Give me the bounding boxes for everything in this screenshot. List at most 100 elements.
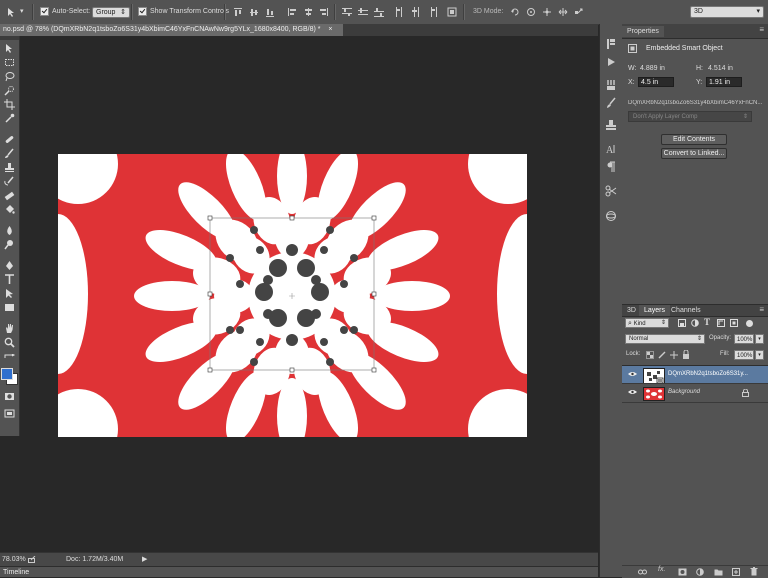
transform-handle[interactable] — [207, 367, 213, 373]
width-value[interactable]: 4.889 in — [640, 65, 665, 72]
type-filter-icon[interactable]: T — [704, 317, 710, 327]
visibility-eye-icon[interactable] — [628, 371, 637, 377]
height-value[interactable]: 4.514 in — [708, 65, 733, 72]
actions-panel-icon[interactable] — [605, 56, 617, 68]
brush-tool-icon[interactable] — [4, 148, 15, 159]
adjustment-layer-icon[interactable] — [696, 568, 704, 576]
layer-name[interactable]: DQmXRbN2q1tsboZo6S31y... — [668, 371, 748, 377]
delete-layer-icon[interactable] — [750, 567, 758, 576]
eyedropper-tool-icon[interactable] — [4, 113, 15, 124]
lasso-tool-icon[interactable] — [4, 71, 15, 82]
distribute-horizontal-center-icon[interactable] — [411, 7, 421, 17]
panel-menu-icon[interactable]: ≡ — [759, 305, 764, 314]
share-icon[interactable] — [28, 556, 36, 563]
opacity-field[interactable]: 100% — [734, 334, 754, 344]
transform-handle[interactable] — [289, 215, 295, 221]
paragraph-panel-icon[interactable] — [605, 161, 617, 173]
smart-object-filter-icon[interactable] — [730, 319, 738, 327]
quick-mask-icon[interactable] — [4, 391, 15, 402]
swap-colors-icon[interactable] — [3, 354, 16, 359]
3d-pan-icon[interactable] — [542, 7, 552, 17]
3d-panel-icon[interactable] — [605, 210, 617, 222]
timeline-panel-tab[interactable]: Timeline — [0, 566, 598, 577]
paint-bucket-tool-icon[interactable] — [4, 204, 15, 215]
3d-scale-icon[interactable] — [574, 7, 584, 17]
link-layers-icon[interactable] — [638, 568, 647, 576]
move-tool-icon[interactable] — [4, 43, 15, 54]
path-selection-tool-icon[interactable] — [4, 288, 15, 299]
history-panel-icon[interactable] — [605, 38, 617, 50]
y-field[interactable]: 1.91 in — [706, 77, 742, 87]
auto-select-target-dropdown[interactable]: Group ⇕ — [92, 7, 130, 18]
screen-mode-icon[interactable] — [4, 408, 15, 419]
rectangle-tool-icon[interactable] — [4, 302, 15, 313]
blend-mode-dropdown[interactable]: Normal ⇕ — [625, 334, 705, 344]
convert-to-linked-button[interactable]: Convert to Linked... — [661, 148, 727, 159]
clone-source-panel-icon[interactable] — [605, 119, 617, 131]
distribute-top-icon[interactable] — [342, 7, 352, 17]
align-horizontal-center-icon[interactable] — [303, 7, 313, 17]
new-group-icon[interactable] — [714, 568, 723, 576]
layer-filter-dropdown[interactable]: ⌕ Kind ⇕ — [625, 318, 669, 328]
align-vertical-center-icon[interactable] — [249, 7, 259, 17]
brush-panel-icon[interactable] — [605, 97, 617, 109]
pixel-filter-icon[interactable] — [678, 319, 686, 327]
tab-properties[interactable]: Properties — [622, 26, 664, 37]
distribute-bottom-icon[interactable] — [374, 7, 384, 17]
visibility-eye-icon[interactable] — [628, 389, 637, 395]
toolbar-grip[interactable] — [0, 36, 19, 40]
auto-select-checkbox[interactable]: Auto-Select: — [40, 6, 90, 18]
layer-name[interactable]: Background — [668, 389, 700, 395]
3d-roll-icon[interactable] — [526, 7, 536, 17]
distribute-vertical-center-icon[interactable] — [358, 7, 368, 17]
auto-align-layers-icon[interactable] — [447, 7, 457, 17]
crop-tool-icon[interactable] — [4, 99, 15, 110]
adjustment-filter-icon[interactable] — [691, 319, 699, 327]
layer-comp-dropdown[interactable]: Don't Apply Layer Comp ⇕ — [628, 111, 752, 122]
fill-slider-toggle[interactable]: ▾ — [755, 350, 764, 360]
zoom-tool-icon[interactable] — [4, 337, 15, 348]
opacity-slider-toggle[interactable]: ▾ — [755, 334, 764, 344]
hand-tool-icon[interactable] — [4, 323, 15, 334]
edit-contents-button[interactable]: Edit Contents — [661, 134, 727, 145]
type-tool-icon[interactable] — [4, 274, 15, 285]
transform-handle[interactable] — [371, 367, 377, 373]
show-transform-checkbox[interactable]: Show Transform Controls — [138, 6, 229, 18]
lock-all-icon[interactable] — [682, 350, 690, 359]
marquee-tool-icon[interactable] — [4, 57, 15, 68]
dodge-tool-icon[interactable] — [4, 239, 15, 250]
foreground-color-swatch[interactable] — [1, 368, 13, 380]
character-panel-icon[interactable]: A — [605, 143, 617, 155]
document-canvas[interactable] — [58, 154, 527, 437]
distribute-right-icon[interactable] — [427, 7, 437, 17]
layer-row[interactable]: DQmXRbN2q1tsboZo6S31y... — [622, 365, 768, 384]
align-left-icon[interactable] — [287, 7, 297, 17]
eraser-tool-icon[interactable] — [4, 190, 15, 201]
brush-presets-panel-icon[interactable] — [605, 79, 617, 91]
blur-tool-icon[interactable] — [4, 225, 15, 236]
workspace-switcher[interactable]: 3D ▾ — [690, 6, 764, 18]
tab-channels[interactable]: Channels — [666, 305, 706, 316]
close-icon[interactable]: × — [328, 26, 332, 33]
transform-handle[interactable] — [289, 367, 295, 373]
move-tool-icon[interactable] — [6, 7, 16, 17]
clone-stamp-tool-icon[interactable] — [4, 162, 15, 173]
healing-brush-tool-icon[interactable] — [4, 134, 15, 145]
x-field[interactable]: 4.5 in — [638, 77, 674, 87]
transform-handle[interactable] — [371, 291, 377, 297]
pen-tool-icon[interactable] — [4, 260, 15, 271]
3d-slide-icon[interactable] — [558, 7, 568, 17]
shape-filter-icon[interactable] — [717, 319, 725, 327]
lock-transparent-icon[interactable] — [646, 351, 654, 359]
align-top-icon[interactable] — [233, 7, 243, 17]
tool-preset-chevron-icon[interactable]: ▾ — [20, 6, 24, 18]
new-layer-icon[interactable] — [732, 568, 740, 576]
fill-field[interactable]: 100% — [734, 350, 754, 360]
zoom-level[interactable]: 78.03% — [2, 553, 26, 566]
tool-presets-panel-icon[interactable] — [605, 185, 617, 197]
lock-position-icon[interactable] — [670, 351, 678, 359]
transform-handle[interactable] — [207, 215, 213, 221]
transform-handle[interactable] — [207, 291, 213, 297]
layer-row[interactable]: Background — [622, 383, 768, 403]
layer-style-icon[interactable]: fx. — [658, 566, 665, 573]
